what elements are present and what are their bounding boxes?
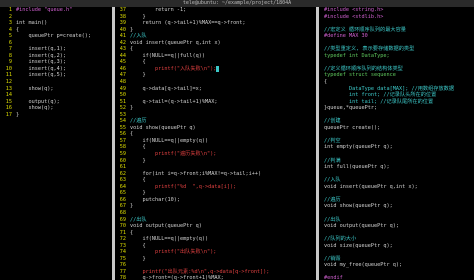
code-text: { bbox=[130, 46, 134, 53]
code-text: #define MAX 30 bbox=[324, 33, 368, 40]
code-text: { bbox=[130, 242, 146, 249]
code-text: { bbox=[130, 177, 146, 184]
line-number: 17 bbox=[5, 111, 12, 118]
code-text: return (q->tail+1)%MAX==q->front; bbox=[130, 20, 246, 27]
code-text: void output(queuePtr q) bbox=[130, 223, 202, 230]
code-text: insert(q,3); bbox=[16, 59, 66, 66]
code-line[interactable]: 78 q->front=(q->front+1)%MAX; bbox=[114, 275, 318, 280]
code-text: { bbox=[130, 131, 134, 138]
code-text: insert(q,5); bbox=[16, 72, 66, 79]
code-text: //判满 bbox=[324, 157, 341, 164]
code-text: if(NULL==q||empty(q)) bbox=[130, 236, 209, 243]
code-text: //队列的大小 bbox=[324, 236, 357, 243]
code-text: //创建 bbox=[324, 118, 341, 125]
code-text: } bbox=[130, 203, 134, 210]
code-text: #include <stdlib.h> bbox=[324, 13, 384, 20]
code-text: { bbox=[130, 144, 146, 151]
code-text: int front; //记录队头所在的位置 bbox=[324, 92, 437, 99]
code-text: void insert(queuePtr q,int x) bbox=[130, 39, 221, 46]
code-text: } bbox=[130, 13, 146, 20]
code-text: { bbox=[16, 26, 20, 33]
code-text: if(NULL==q||empty(q)) bbox=[130, 137, 209, 144]
code-text: //判空 bbox=[324, 137, 341, 144]
code-line[interactable]: #endif bbox=[318, 275, 474, 280]
code-text: q->data[q->tail]=x; bbox=[130, 85, 202, 92]
code-line[interactable]: 17} bbox=[0, 112, 114, 119]
code-text: insert(q,2); bbox=[16, 52, 66, 59]
code-text: typedef int DataType; bbox=[324, 52, 390, 59]
code-text: int full(queuePtr q); bbox=[324, 164, 390, 171]
code-text: { bbox=[130, 229, 134, 236]
code-text: printf("出队元素:%d\n",q->data[q->front]); bbox=[130, 268, 270, 275]
code-text: #include <string.h> bbox=[324, 7, 384, 13]
code-text: void insert(queuePtr q,int x); bbox=[324, 183, 418, 190]
code-text: insert(q,4); bbox=[16, 65, 66, 72]
code-text: { bbox=[130, 59, 146, 66]
code-text: }queue,*queuePtr; bbox=[324, 105, 378, 112]
code-text: insert(q,1); bbox=[16, 46, 66, 53]
editor-pane-queue-c[interactable]: 37 return -1; 38 } 39 return (q->tail+1)%M… bbox=[114, 7, 318, 280]
code-text: int tail; //记录队尾所在的位置 bbox=[324, 98, 434, 105]
editor-pane-queue-h[interactable]: #include <string.h> #include <stdlib.h> //… bbox=[318, 7, 474, 280]
code-text: show(q); bbox=[16, 85, 54, 92]
code-text: typedef struct sequence bbox=[324, 72, 396, 79]
code-text: } bbox=[16, 111, 20, 118]
code-text: #include "queue.h" bbox=[16, 7, 73, 13]
code-text: void show(queuePtr q); bbox=[324, 203, 393, 210]
code-text: #endif bbox=[324, 275, 343, 280]
code-text: //遍历 bbox=[324, 196, 341, 203]
line-number: 78 bbox=[119, 275, 126, 280]
code-text: { bbox=[324, 79, 328, 86]
code-text: void size(queuePtr q); bbox=[324, 242, 393, 249]
code-text: void output(queuePtr q); bbox=[324, 223, 399, 230]
code-text: int main() bbox=[16, 20, 48, 27]
code-text: for(int i=q->front;i%MAX!=q->tail;i++) bbox=[130, 170, 262, 177]
code-text: //销毁 bbox=[324, 255, 341, 262]
code-text: output(q); bbox=[16, 98, 60, 105]
code-text: if(NULL==q||full(q)) bbox=[130, 52, 205, 59]
code-text: printf("%d ",q->data[i]); bbox=[130, 183, 237, 190]
code-text: putchar(10); bbox=[130, 196, 180, 203]
code-text: printf("入队失败\n"); bbox=[130, 65, 217, 72]
code-text: int empty(queuePtr q); bbox=[324, 144, 393, 151]
code-text: //遍历 bbox=[130, 118, 147, 125]
code-text: //入队 bbox=[324, 177, 341, 184]
code-text: printf("出队失败\n"); bbox=[130, 249, 217, 256]
code-text: q->tail=(q->tail+1)%MAX; bbox=[130, 98, 218, 105]
code-text: } bbox=[130, 157, 146, 164]
code-text: void show(queuePtr q) bbox=[130, 124, 196, 131]
code-text: q->front=(q->front+1)%MAX; bbox=[130, 275, 224, 280]
code-text: //出队 bbox=[324, 216, 341, 223]
code-text: queuePtr p=create(); bbox=[16, 33, 91, 40]
code-text: //类型重定义, 表示要存储数据的类型 bbox=[324, 46, 415, 53]
code-text: } bbox=[130, 255, 146, 262]
text-cursor bbox=[216, 65, 220, 72]
code-text: } bbox=[130, 190, 146, 197]
code-text: } bbox=[130, 105, 134, 112]
editor-pane-main-c[interactable]: 1 #include "queue.h" 2 3 int main() 4{5 queue… bbox=[0, 7, 114, 280]
code-text: void my_free(queuePtr q); bbox=[324, 262, 403, 269]
code-text: //入队 bbox=[130, 33, 147, 40]
window-title: tele@ubuntu: ~/example/project/1804A bbox=[0, 0, 474, 7]
code-text: //出队 bbox=[130, 216, 147, 223]
code-text: } bbox=[130, 26, 134, 33]
code-text: //定义循环顺序队列的结构体类型 bbox=[324, 65, 403, 72]
code-text: } bbox=[130, 72, 146, 79]
code-text: //宏定义 循环顺序队列的最大容量 bbox=[324, 26, 406, 33]
code-text: queuePtr create(); bbox=[324, 124, 381, 131]
code-text: return -1; bbox=[130, 7, 187, 13]
code-text: show(q); bbox=[16, 105, 54, 112]
code-text: DataType data[MAX]; //用数组存放数据 bbox=[324, 85, 455, 92]
code-text: printf("遍历失败\n"); bbox=[130, 151, 217, 158]
